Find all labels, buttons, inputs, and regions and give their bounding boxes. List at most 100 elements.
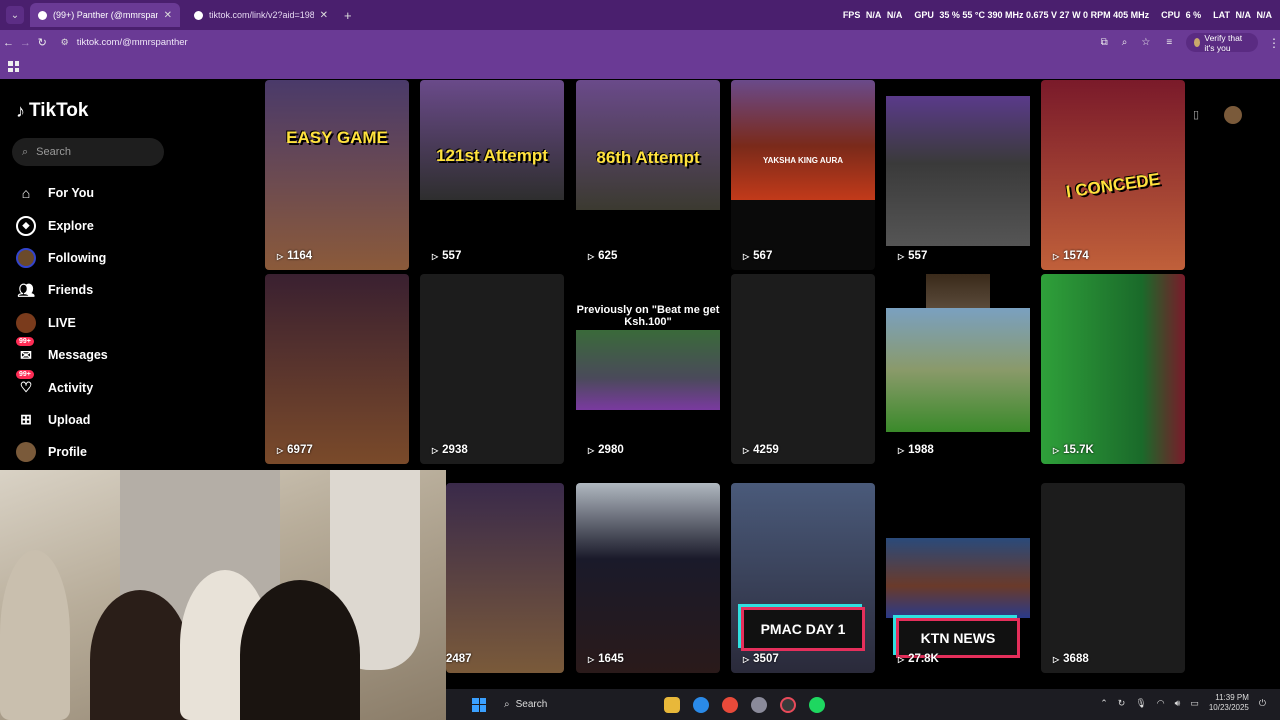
sidebar-item-label: Profile [48,445,87,460]
new-tab-icon[interactable]: + [344,8,352,23]
taskbar-search[interactable]: ⌕ Search [504,699,604,710]
sidebar-item-live[interactable]: LIVE [16,307,108,339]
obs-icon[interactable] [780,696,796,713]
back-arrow-icon[interactable]: ← [0,37,17,49]
video-card[interactable]: ▷ 3688 [1041,483,1185,673]
volume-icon[interactable]: 🔊︎ [1175,698,1181,709]
url-field[interactable]: ⚙ tiktok.com/@mmrspanther [54,32,1095,53]
video-caption: Previously on "Beat me get Ksh.100" [576,304,720,328]
browser-menu-icon[interactable]: ⋮ [1268,36,1280,50]
video-card[interactable]: I CONCEDE ▷ 1574 [1041,80,1185,270]
close-tab-icon[interactable]: ✕ [320,10,328,21]
video-card[interactable]: EASY GAME ▷ 1164 [265,80,409,270]
view-count-value: 27.8K [908,653,939,665]
sidebar-item-messages[interactable]: ✉ 99+ Messages [16,337,108,371]
video-card[interactable]: 121st Attempt ▷ 557 [420,80,564,270]
video-thumbnail [886,538,1030,618]
search-placeholder: Search [36,146,72,158]
tab-menu-icon[interactable]: ⌄ [6,6,24,24]
view-count: ▷ 1574 [1053,250,1089,262]
file-explorer-icon[interactable] [664,696,680,713]
play-icon: ▷ [277,445,284,455]
reload-icon[interactable]: ↻ [34,36,51,49]
webcam-overlay [0,470,446,720]
spotify-icon[interactable] [809,696,825,713]
play-icon: ▷ [588,445,595,455]
video-caption: EASY GAME [286,128,388,147]
sidebar-item-label: Explore [48,218,94,233]
sidebar-item-explore[interactable]: ◆ Explore [16,209,108,241]
search-input[interactable]: ⌕ Search [12,138,164,166]
edge-icon[interactable] [693,696,709,713]
view-count: ▷ 15.7K [1053,444,1094,456]
tiktok-favicon-icon [194,10,203,20]
sidebar-item-profile[interactable]: Profile [16,436,108,468]
update-icon[interactable]: ↻ [1118,698,1126,709]
view-count: ▷ 6977 [277,444,313,456]
power-icon[interactable]: ⏻ [1259,698,1266,709]
play-icon: ▷ [588,251,595,261]
view-count: ▷ 2938 [432,444,468,456]
video-card[interactable]: 86th Attempt ▷ 625 [576,80,720,270]
chrome-icon[interactable] [722,696,738,713]
forward-arrow-icon[interactable]: → [17,37,34,49]
account-avatar-icon[interactable] [1224,106,1242,124]
play-icon: ▷ [743,654,750,664]
reading-list-icon[interactable]: ≡ [1166,37,1172,48]
sidebar-item-label: Following [48,250,107,265]
tiktok-favicon-icon [38,10,47,20]
view-count-value: 15.7K [1063,444,1094,456]
verify-identity-button[interactable]: Verify that it's you [1186,33,1258,53]
install-app-icon[interactable]: ⧉ [1101,37,1108,48]
browser-tab-active[interactable]: (99+) Panther (@mmrspanther) ✕ [30,3,180,27]
video-card[interactable]: ▷ 1645 [576,483,720,673]
microphone-icon[interactable]: 🎙︎ [1135,698,1146,709]
sidebar-item-for-you[interactable]: ⌂ For You [16,177,108,209]
settings-icon[interactable] [751,696,767,713]
video-card[interactable]: ▷ 2938 [420,274,564,464]
view-count: ▷ 27.8K [898,653,939,665]
tiktok-logo[interactable]: ♪ TikTok [16,100,88,122]
video-card[interactable]: ▷ 4259 [731,274,875,464]
sidebar-item-following[interactable]: Following [16,242,108,274]
video-card[interactable]: KTN NEWS ▷ 27.8K [886,483,1030,673]
device-icon[interactable]: ▯ [1193,108,1199,121]
video-card[interactable]: ▷ 15.7K [1041,274,1185,464]
video-card[interactable]: YAKSHA KING AURA ▷ 567 [731,80,875,270]
video-caption: I CONCEDE [1064,169,1162,202]
video-card[interactable]: ▷ 1988 [886,274,1030,464]
apps-grid-icon[interactable] [8,61,19,72]
video-card[interactable]: ▷ 6977 [265,274,409,464]
clock[interactable]: 11:39 PM 10/23/2025 [1209,693,1249,713]
tiktok-sidebar: ♪ TikTok ⌕ Search ⌂ For You ◆ Explore Fo… [0,80,255,480]
video-caption: KTN NEWS [896,618,1020,658]
sidebar-item-upload[interactable]: ⊞ Upload [16,404,108,436]
clock-time: 11:39 PM [1215,693,1249,702]
following-avatar-icon [16,247,36,268]
video-card[interactable]: PMAC DAY 1 ▷ 3507 [731,483,875,673]
webcam-person [240,580,360,720]
close-tab-icon[interactable]: ✕ [164,10,172,21]
battery-icon[interactable]: ▭ [1190,698,1199,709]
video-card[interactable]: Previously on "Beat me get Ksh.100" ▷ 298… [576,274,720,464]
view-count-value: 1645 [598,653,624,665]
messages-icon: ✉ 99+ [16,337,36,365]
view-count: ▷ 557 [432,250,461,262]
video-card[interactable]: ▷ 557 [886,80,1030,270]
view-count-value: 625 [598,250,618,262]
lat-label: LAT [1213,10,1230,20]
browser-tab[interactable]: tiktok.com/link/v2?aid=1988&l ✕ [186,3,336,27]
video-card[interactable]: 2487 [446,483,564,673]
chevron-up-icon[interactable]: ⌃ [1100,698,1108,709]
gpu-readout: GPU 35 % 55 °C 390 MHz 0.675 V 27 W 0 RP… [914,10,1149,20]
site-info-icon[interactable]: ⚙ [61,37,69,48]
sidebar-item-friends[interactable]: 👥︎ Friends [16,274,108,306]
fps-value-2: N/A [886,10,903,20]
play-icon: ▷ [898,654,905,664]
sidebar-item-activity[interactable]: ♡ 99+ Activity [16,369,108,403]
wifi-icon[interactable]: ◠ [1157,698,1165,709]
windows-start-icon[interactable] [472,697,486,712]
view-count: ▷ 4259 [743,444,779,456]
bookmark-star-icon[interactable]: ☆ [1141,37,1150,48]
zoom-icon[interactable]: ⌕ [1122,37,1128,48]
